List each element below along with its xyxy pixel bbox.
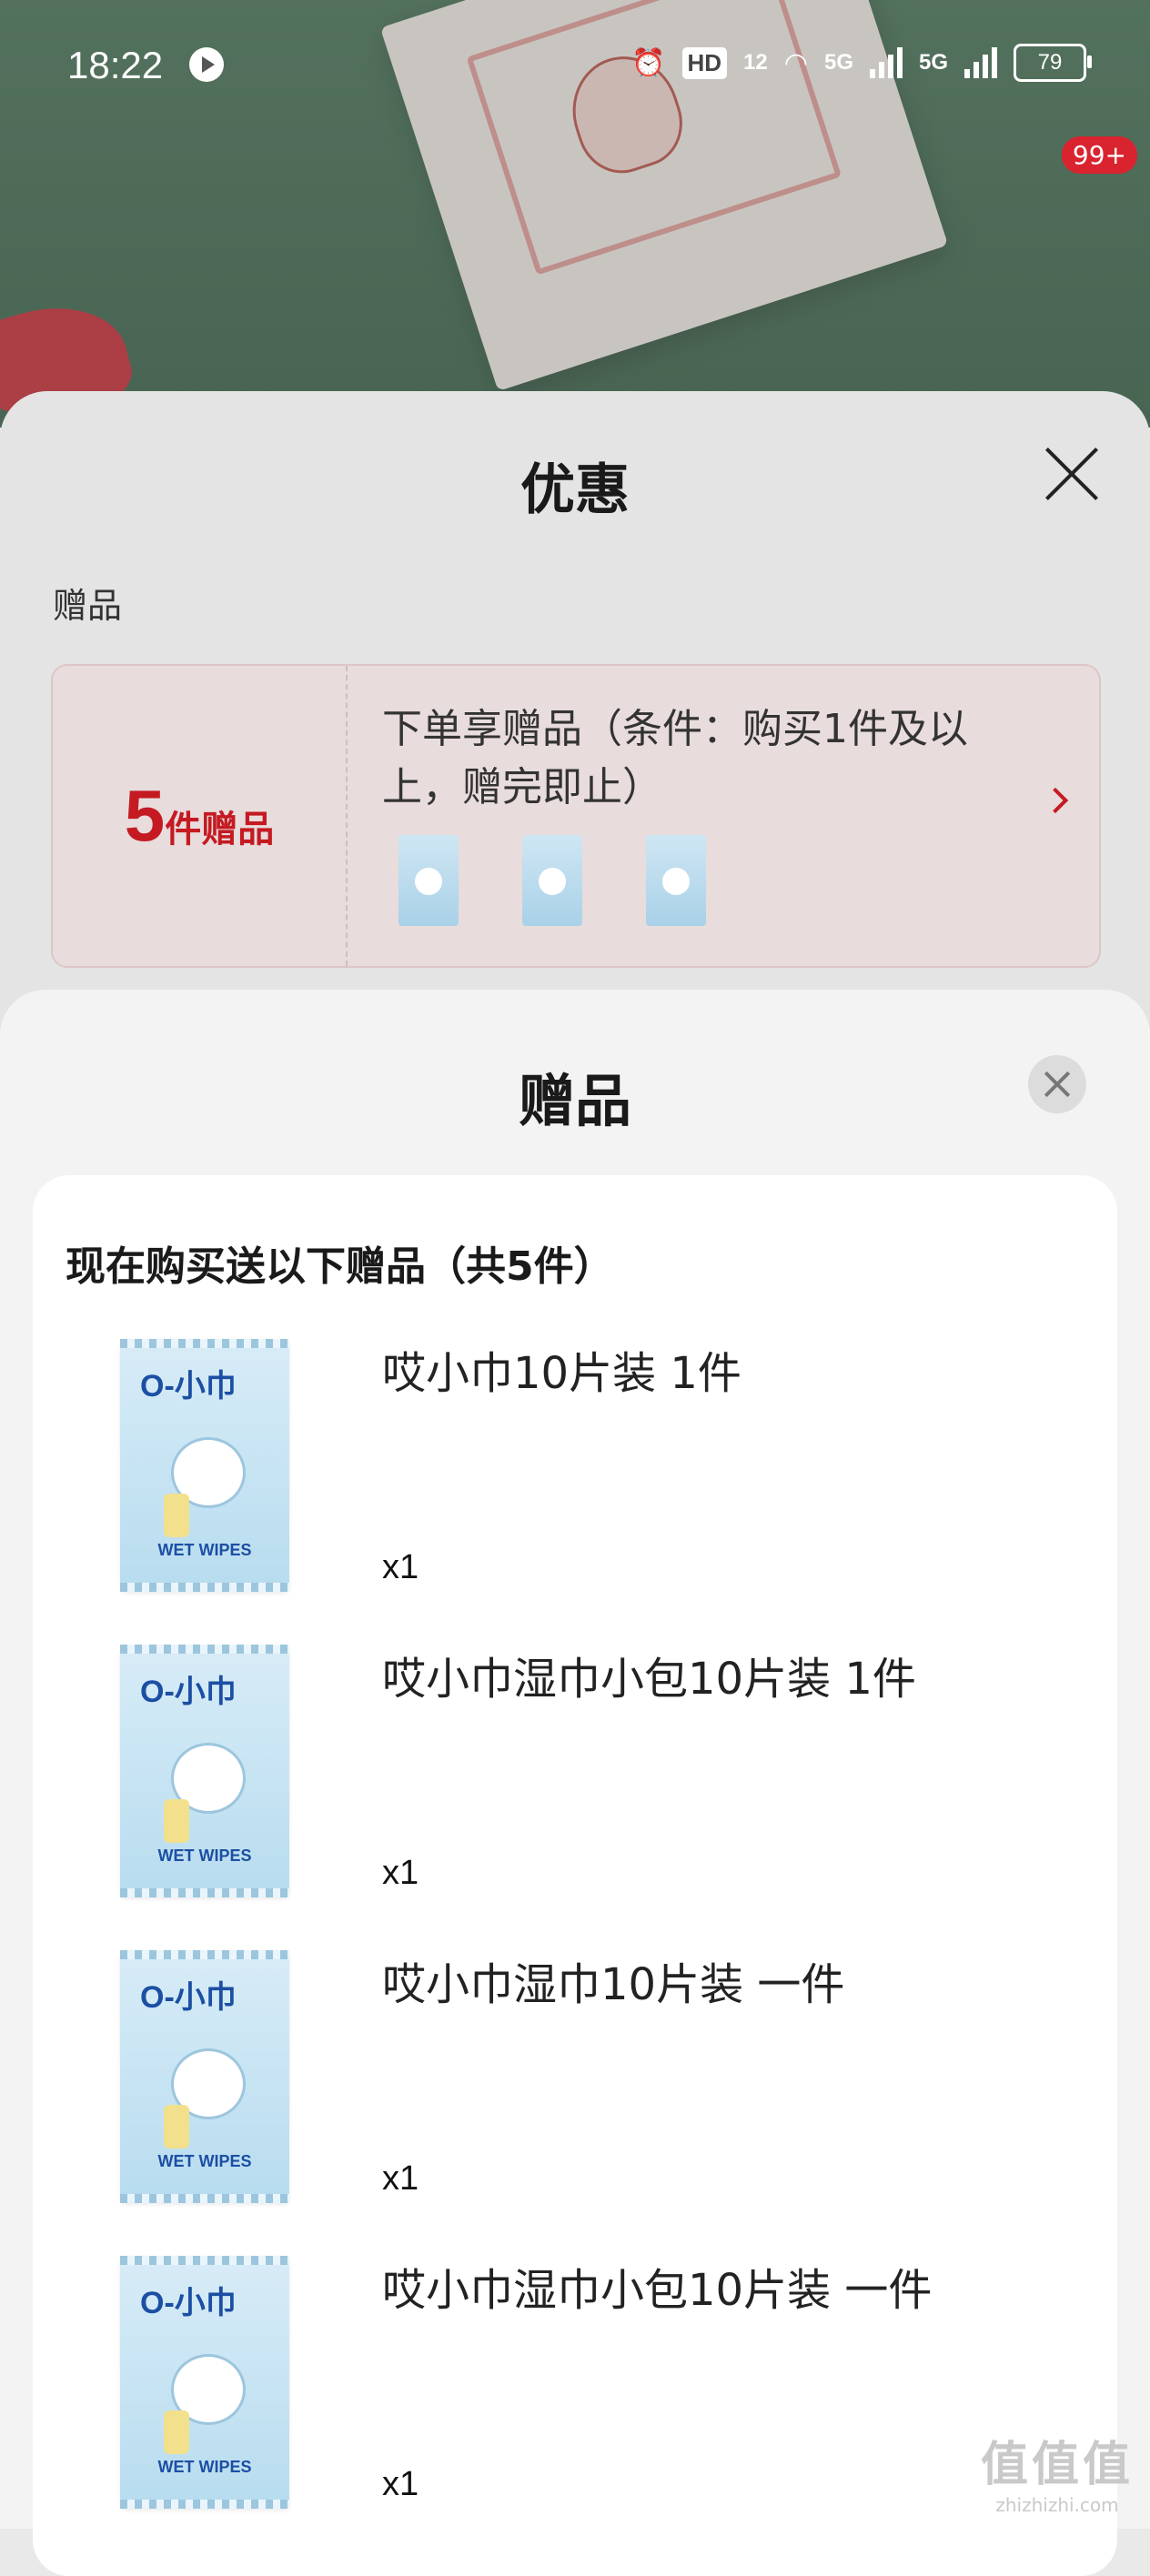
discount-sheet-title: 优惠: [520, 458, 630, 522]
product-image: O-小巾 WET WIPES: [120, 1645, 289, 1897]
gift-name: 哎小巾湿巾小包10片装 1件: [382, 1654, 916, 1705]
list-item: O-小巾 WET WIPES 哎小巾湿巾小包10片装 一件 x1: [33, 2238, 1117, 2543]
site-watermark: 值值值 zhizhizhi.com: [980, 2438, 1134, 2516]
product-image: O-小巾 WET WIPES: [120, 1339, 289, 1592]
list-item: O-小巾 WET WIPES 哎小巾湿巾小包10片装 1件 x1: [33, 1626, 1117, 1932]
close-icon[interactable]: [1043, 444, 1101, 502]
gift-list-panel: 现在购买送以下赠品（共5件） O-小巾 WET WIPES 哎小巾10片装 1件…: [33, 1175, 1117, 2576]
gift-thumbnail: [522, 835, 582, 926]
signal-bars-icon: [869, 47, 903, 78]
chevron-right-icon: [1042, 787, 1069, 814]
gift-count-unit: 件赠品: [165, 809, 275, 850]
signal-bars-icon-2: [964, 47, 997, 78]
play-icon: [189, 47, 224, 82]
discount-sheet: 优惠 赠品 5 件赠品 下单享赠品（条件：购买1件及以上，赠完即止）: [0, 391, 1150, 1028]
product-image: O-小巾 WET WIPES: [120, 1950, 289, 2203]
signal-5g-label-2: 5G: [918, 50, 948, 75]
gift-promo-card[interactable]: 5 件赠品 下单享赠品（条件：购买1件及以上，赠完即止）: [51, 664, 1101, 968]
signal-5g-label-1: 5G: [823, 50, 853, 75]
gift-thumbnail: [646, 835, 706, 926]
gift-list-heading: 现在购买送以下赠品（共5件）: [66, 1243, 614, 1290]
hd-icon: HD: [681, 46, 728, 79]
hd-sub-label: 12: [743, 50, 768, 75]
status-bar: 18:22 ⏰ HD 12 ◠ 5G 5G 79: [0, 0, 1150, 136]
gift-sheet: 赠品 现在购买送以下赠品（共5件） O-小巾 WET WIPES 哎小巾10片装…: [0, 990, 1150, 2576]
gift-quantity: x1: [382, 1854, 419, 1892]
gift-name: 哎小巾湿巾10片装 一件: [382, 1959, 845, 2010]
gift-name: 哎小巾10片装 1件: [382, 1348, 741, 1399]
gift-quantity: x1: [382, 2465, 419, 2503]
gift-quantity: x1: [382, 1548, 419, 1586]
status-time: 18:22: [67, 44, 164, 86]
wifi-icon: ◠: [783, 47, 808, 78]
gift-count: 5: [124, 775, 166, 856]
gift-quantity: x1: [382, 2159, 419, 2198]
gift-thumbnail: [398, 835, 459, 926]
gift-sheet-title: 赠品: [518, 1068, 631, 1134]
gift-list: O-小巾 WET WIPES 哎小巾10片装 1件 x1 O-小巾 WET WI…: [33, 1321, 1117, 2543]
gift-name: 哎小巾湿巾小包10片装 一件: [382, 2265, 933, 2316]
gift-condition-text: 下单享赠品（条件：购买1件及以上，赠完即止）: [382, 706, 968, 810]
battery-icon: 79: [1014, 44, 1092, 82]
list-item: O-小巾 WET WIPES 哎小巾10片装 1件 x1: [33, 1321, 1117, 1626]
cart-count-badge: 99+: [1061, 136, 1137, 174]
close-icon[interactable]: [1028, 1055, 1086, 1113]
product-image: O-小巾 WET WIPES: [120, 2256, 289, 2509]
list-item: O-小巾 WET WIPES 哎小巾湿巾10片装 一件 x1: [33, 1932, 1117, 2238]
gift-section-label: 赠品: [53, 586, 123, 626]
alarm-icon: ⏰: [631, 47, 666, 78]
